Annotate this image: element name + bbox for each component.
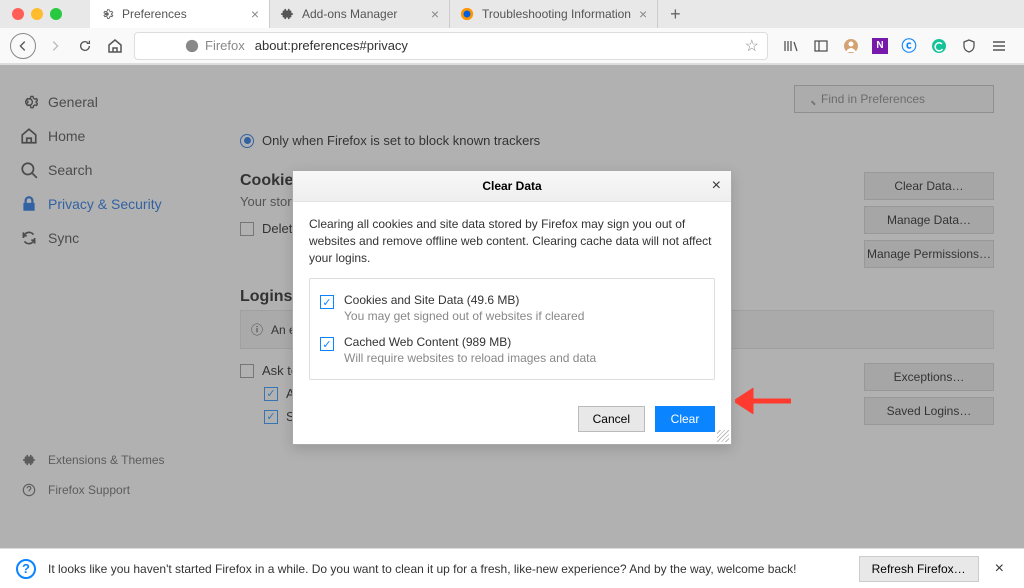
firefox-icon <box>460 7 474 21</box>
modal-option-cookies[interactable]: Cookies and Site Data (49.6 MB) You may … <box>320 287 704 329</box>
tab-troubleshooting[interactable]: Troubleshooting Information × <box>450 0 658 28</box>
close-tab-icon[interactable]: × <box>431 6 439 22</box>
tab-label: Add-ons Manager <box>302 7 397 21</box>
nav-bar: Firefox about:preferences#privacy ☆ N ⓒ <box>0 28 1024 64</box>
modal-title: Clear Data <box>482 179 541 193</box>
close-tab-icon[interactable]: × <box>251 6 259 22</box>
checkbox-cookies[interactable] <box>320 295 334 309</box>
resize-grip[interactable] <box>717 430 729 442</box>
window-chrome: Preferences × Add-ons Manager × Troubles… <box>0 0 1024 65</box>
option-label: Cached Web Content (989 MB) <box>344 335 596 349</box>
close-tab-icon[interactable]: × <box>639 6 647 22</box>
toolbar-icons: N ⓒ <box>776 37 1014 55</box>
modal-header: Clear Data × <box>293 171 731 202</box>
forward-button[interactable] <box>44 35 66 57</box>
refresh-firefox-bar: ? It looks like you haven't started Fire… <box>0 548 1024 588</box>
url-source-label: Firefox <box>205 38 245 53</box>
url-bar[interactable]: Firefox about:preferences#privacy ☆ <box>134 32 768 60</box>
refresh-text: It looks like you haven't started Firefo… <box>48 562 847 576</box>
url-text: about:preferences#privacy <box>255 38 739 53</box>
maximize-window-button[interactable] <box>50 8 62 20</box>
firefox-icon <box>185 39 199 53</box>
refresh-firefox-button[interactable]: Refresh Firefox… <box>859 556 979 582</box>
ext-onenote-icon[interactable]: N <box>872 38 888 54</box>
dismiss-bar-button[interactable]: × <box>991 560 1008 578</box>
option-sublabel: Will require websites to reload images a… <box>344 351 596 365</box>
option-label: Cookies and Site Data (49.6 MB) <box>344 293 584 307</box>
gear-icon <box>100 7 114 21</box>
library-icon[interactable] <box>782 37 800 55</box>
clear-data-modal: Clear Data × Clearing all cookies and si… <box>292 170 732 445</box>
close-window-button[interactable] <box>12 8 24 20</box>
modal-option-cache[interactable]: Cached Web Content (989 MB) Will require… <box>320 329 704 371</box>
cancel-button[interactable]: Cancel <box>578 406 645 432</box>
minimize-window-button[interactable] <box>31 8 43 20</box>
tab-label: Troubleshooting Information <box>482 7 631 21</box>
puzzle-icon <box>280 7 294 21</box>
option-sublabel: You may get signed out of websites if cl… <box>344 309 584 323</box>
question-icon: ? <box>16 559 36 579</box>
avatar-icon[interactable] <box>842 37 860 55</box>
sidebar-icon[interactable] <box>812 37 830 55</box>
clear-button[interactable]: Clear <box>655 406 715 432</box>
home-button[interactable] <box>104 35 126 57</box>
tab-bar: Preferences × Add-ons Manager × Troubles… <box>0 0 1024 28</box>
ext-grammarly-icon[interactable] <box>930 37 948 55</box>
tab-preferences[interactable]: Preferences × <box>90 0 270 28</box>
tab-addons[interactable]: Add-ons Manager × <box>270 0 450 28</box>
menu-icon[interactable] <box>990 37 1008 55</box>
new-tab-button[interactable]: + <box>658 4 693 25</box>
back-button[interactable] <box>10 33 36 59</box>
modal-description: Clearing all cookies and site data store… <box>309 216 715 266</box>
ext-c-icon[interactable]: ⓒ <box>900 37 918 55</box>
ext-shield-icon[interactable] <box>960 37 978 55</box>
modal-close-button[interactable]: × <box>712 177 721 195</box>
bookmark-star-icon[interactable]: ☆ <box>745 36 759 56</box>
annotation-arrow <box>735 388 791 419</box>
checkbox-cache[interactable] <box>320 337 334 351</box>
traffic-lights <box>12 8 62 20</box>
reload-button[interactable] <box>74 35 96 57</box>
tab-label: Preferences <box>122 7 187 21</box>
